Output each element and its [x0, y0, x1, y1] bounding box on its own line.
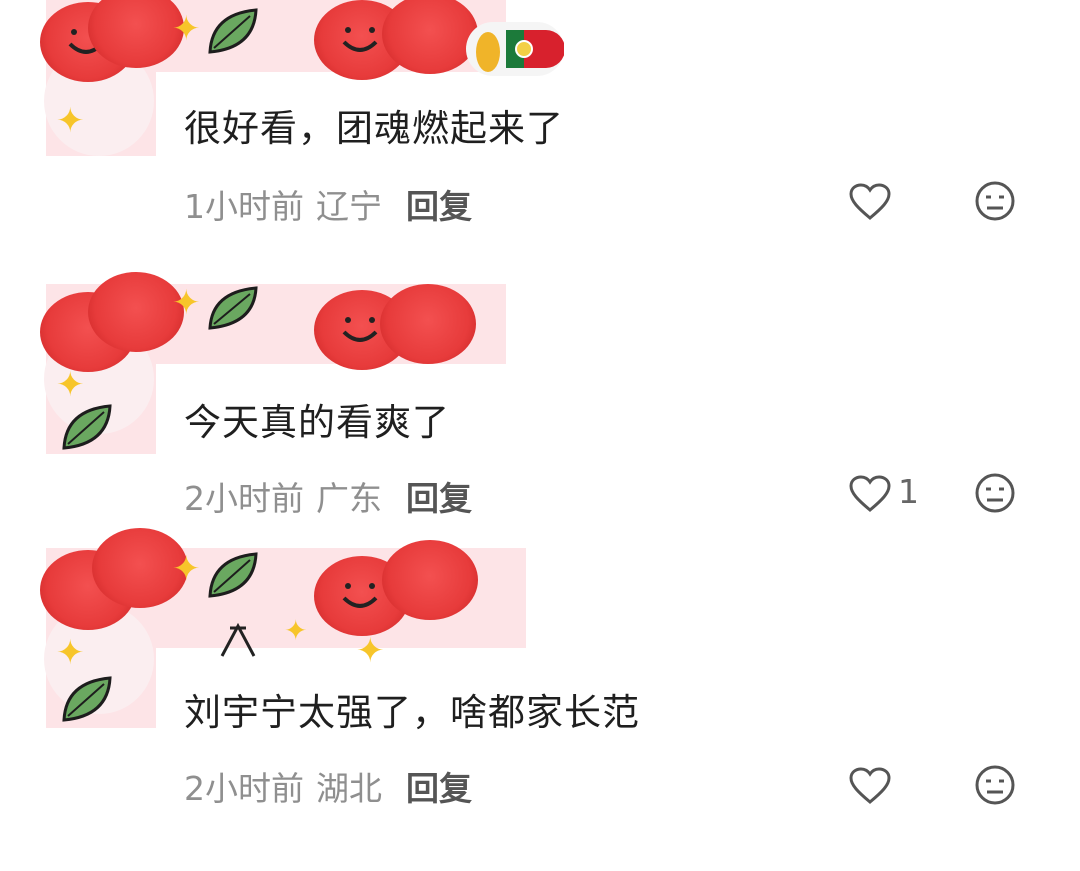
- sparkle-icon: ✦: [56, 101, 85, 141]
- comment-location: 辽宁: [316, 187, 382, 226]
- sparkle-icon: ✦: [56, 633, 85, 673]
- comment-text: 很好看，团魂燃起来了: [184, 107, 564, 150]
- cherry-sticker: [380, 284, 476, 364]
- caret-doodle: [220, 622, 256, 657]
- comment-time: 1小时前: [184, 187, 304, 226]
- neutral-face-icon[interactable]: [974, 472, 1016, 514]
- sparkle-icon: ✦: [172, 9, 201, 49]
- reply-button[interactable]: 回复: [406, 479, 472, 518]
- reply-button[interactable]: 回复: [406, 187, 472, 226]
- comment-meta: 1小时前 辽宁 回复: [184, 180, 472, 228]
- reply-button[interactable]: 回复: [406, 769, 472, 808]
- comment-text: 刘宇宁太强了，啥都家长范: [184, 691, 640, 734]
- comment-time: 2小时前: [184, 479, 304, 518]
- leaf-icon: [62, 676, 112, 722]
- sparkle-icon: ✦: [284, 614, 308, 647]
- sparkle-icon: ✦: [356, 631, 385, 671]
- comment-location: 湖北: [316, 769, 382, 808]
- comment-text: 今天真的看爽了: [184, 401, 450, 444]
- cherry-sticker: [382, 540, 478, 620]
- sparkle-icon: ✦: [172, 283, 201, 323]
- sparkle-icon: ✦: [172, 549, 201, 589]
- heart-outline-icon[interactable]: [848, 474, 892, 514]
- sparkle-icon: ✦: [56, 365, 85, 405]
- comment-meta: 2小时前 广东 回复: [184, 472, 472, 520]
- leaf-icon: [208, 286, 258, 330]
- comment-time: 2小时前: [184, 769, 304, 808]
- cherry-sticker: [88, 272, 184, 352]
- neutral-face-icon[interactable]: [974, 180, 1016, 222]
- heart-outline-icon[interactable]: [848, 766, 892, 806]
- fan-badge: [466, 22, 565, 76]
- leaf-icon: [62, 404, 112, 450]
- comment-location: 广东: [316, 479, 382, 518]
- heart-outline-icon[interactable]: [848, 182, 892, 222]
- comment-meta: 2小时前 湖北 回复: [184, 762, 472, 810]
- neutral-face-icon[interactable]: [974, 764, 1016, 806]
- leaf-icon: [208, 8, 258, 54]
- like-count: 1: [898, 472, 919, 511]
- leaf-icon: [208, 552, 258, 598]
